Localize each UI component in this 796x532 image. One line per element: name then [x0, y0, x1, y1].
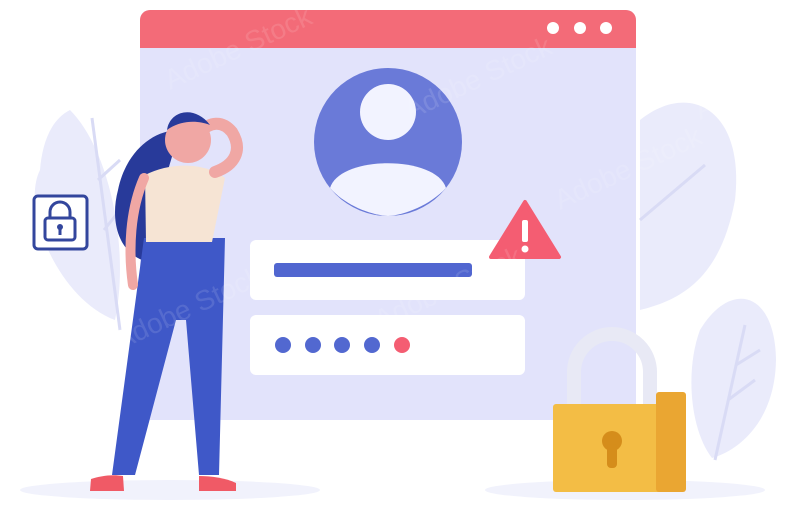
- window-dot-3: [600, 22, 612, 34]
- ground-shadow-left: [20, 480, 320, 500]
- lock-icon: [32, 194, 89, 251]
- window-dot-2: [574, 22, 586, 34]
- illustration-canvas: Adobe Stock Adobe Stock Adobe Stock Adob…: [20, 0, 796, 500]
- password-error-illustration: Adobe Stock Adobe Stock Adobe Stock Adob…: [0, 0, 796, 532]
- svg-text:Adobe Stock: Adobe Stock: [689, 30, 796, 126]
- window-dot-1: [547, 22, 559, 34]
